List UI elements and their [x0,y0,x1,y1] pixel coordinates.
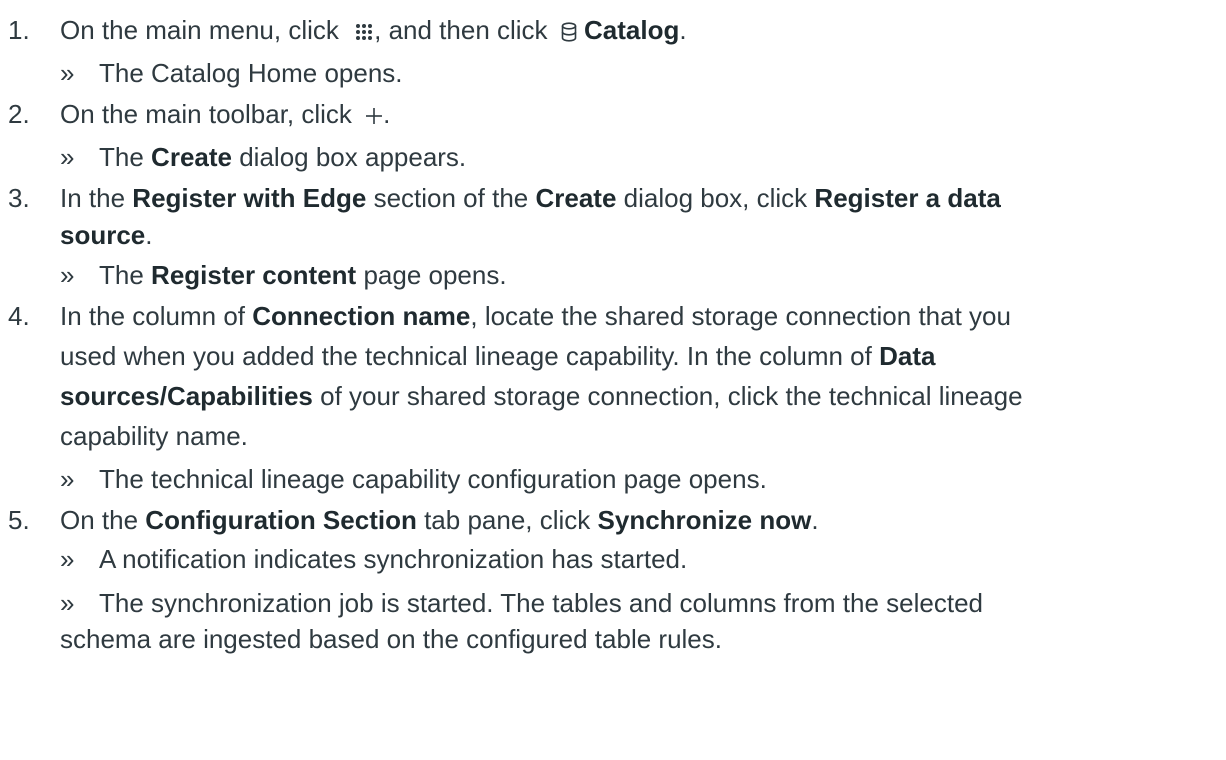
step-number: 3. [8,183,30,213]
result-bullet: » [60,544,75,574]
procedure-document: 1. On the main menu, click , and then cl… [0,0,1226,760]
result-line: » The Catalog Home opens. [60,54,1208,92]
step-number: 2. [8,99,30,129]
step-text-part: of your shared storage connection, click… [320,381,1023,411]
step-text-part: used when you added the technical lineag… [60,341,872,371]
step-2: 2. On the main toolbar, click . » The Cr… [8,94,1208,176]
bold-term: sources/Capabilities [60,381,313,411]
step-text-continued: used when you added the technical lineag… [60,336,1208,376]
database-icon [561,22,577,42]
step-number: 1. [8,15,30,45]
step-text-part: . [811,505,819,535]
result-text: page opens. [363,260,507,290]
bold-term: Connection name [252,301,471,331]
bold-term: Configuration Section [145,505,417,535]
step-text-continued: capability name. [60,416,1208,456]
grid-icon [354,22,374,42]
bold-term: Synchronize now [597,505,812,535]
step-text-continued: sources/Capabilities of your shared stor… [60,376,1208,416]
result-text: dialog box appears. [239,142,467,172]
result-line: » The Register content page opens. [60,256,1208,294]
step-text-part: On the [60,505,139,535]
bold-term: Register a data [814,183,1001,213]
plus-icon [365,107,383,125]
bold-term: Create [151,142,232,172]
result-text: The technical lineage capability configu… [99,464,767,494]
step-number: 4. [8,301,30,331]
result-bullet: » [60,58,75,88]
result-text: schema are ingested based on the configu… [60,624,722,654]
result-line: » The technical lineage capability confi… [60,460,1208,498]
step-text-part: On the main toolbar, click [60,99,352,129]
step-text-part: . [145,220,153,250]
step-text-part: capability name. [60,421,248,451]
step-text-continued: source. [60,218,1208,252]
step-text-part: On the main menu, click [60,15,339,45]
result-text: The [99,260,144,290]
step-5: 5. On the Configuration Section tab pane… [8,500,1208,656]
result-line: » A notification indicates synchronizati… [60,540,1208,578]
step-text: In the Register with Edge section of the… [60,178,1208,218]
bold-term: Create [535,183,617,213]
step-text-part: dialog box, click [623,183,808,213]
bold-term: Catalog [584,15,680,45]
step-text: On the main toolbar, click . [60,94,1208,134]
bold-term: Register content [151,260,357,290]
result-bullet: » [60,260,75,290]
step-text-part: In the [60,183,126,213]
step-4: 4. In the column of Connection name, loc… [8,296,1208,498]
step-text-part: In the column of [60,301,245,331]
result-line: » The synchronization job is started. Th… [60,584,1208,622]
step-text-part: . [679,15,687,45]
step-text-part: . [383,99,391,129]
result-text: A notification indicates synchronization… [99,544,688,574]
result-text: The Catalog Home opens. [99,58,403,88]
step-text: In the column of Connection name, locate… [60,296,1208,336]
step-text: On the Configuration Section tab pane, c… [60,500,1208,540]
step-number: 5. [8,505,30,535]
bold-term: Data [879,341,936,371]
step-text-part: tab pane, click [424,505,591,535]
step-text: On the main menu, click , and then click [60,10,1208,50]
result-bullet: » [60,464,75,494]
result-text: The [99,142,144,172]
result-bullet: » [60,142,75,172]
bold-term: source [60,220,146,250]
step-text-part: , and then click [374,15,548,45]
result-line-continued: schema are ingested based on the configu… [8,622,1208,656]
result-bullet: » [60,588,75,618]
result-line: » The Create dialog box appears. [60,138,1208,176]
result-text: The synchronization job is started. The … [99,588,983,618]
steps-list: 1. On the main menu, click , and then cl… [8,10,1208,656]
step-1: 1. On the main menu, click , and then cl… [8,10,1208,92]
step-3: 3. In the Register with Edge section of … [8,178,1208,294]
step-text-part: section of the [373,183,529,213]
bold-term: Register with Edge [132,183,367,213]
step-text-part: , locate the shared storage connection t… [470,301,1011,331]
